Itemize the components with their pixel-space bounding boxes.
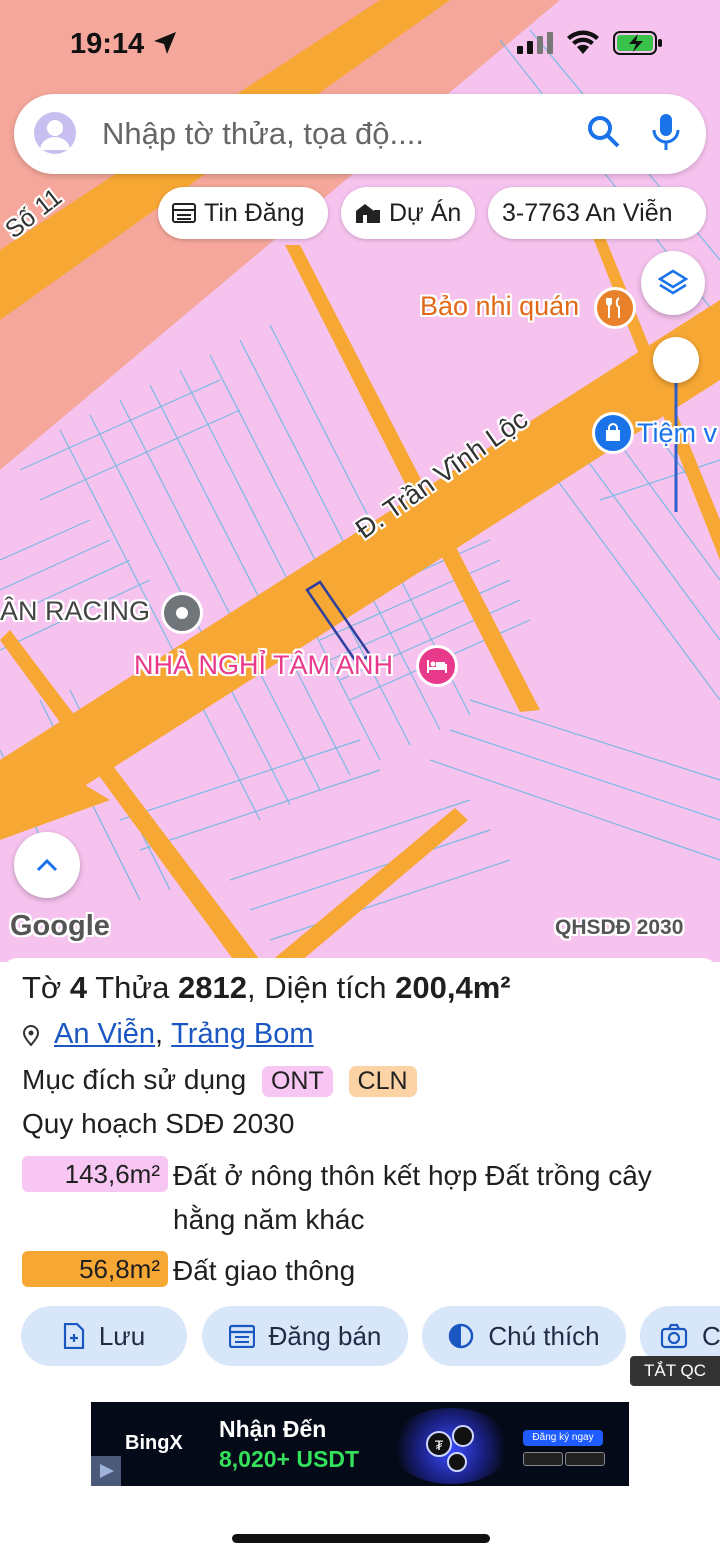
layers-icon	[658, 269, 688, 295]
button-label: C	[702, 1320, 720, 1351]
breakdown-desc-2: Đất giao thông	[173, 1255, 356, 1286]
svg-text:₮: ₮	[435, 1437, 444, 1453]
add-document-icon	[63, 1323, 85, 1349]
avatar[interactable]	[34, 112, 76, 154]
location-pin-icon	[22, 1024, 40, 1046]
chip-label: Tin Đăng	[204, 198, 305, 227]
hide-ads-button[interactable]: TẮT QC	[630, 1356, 720, 1386]
breakdown-area-2: 56,8m²	[22, 1251, 168, 1287]
place-label-tiem[interactable]: Tiệm v	[637, 418, 717, 449]
layers-button[interactable]	[641, 251, 705, 315]
battery-charging-icon	[613, 30, 663, 61]
search-bar[interactable]: Nhập tờ thửa, tọa độ....	[14, 94, 706, 174]
status-bar: 19:14	[0, 22, 720, 66]
search-input[interactable]: Nhập tờ thửa, tọa độ....	[102, 116, 424, 152]
app-store-badge	[565, 1452, 605, 1466]
chip-label: 3-7763 An Viễn	[502, 198, 673, 227]
plan-label: QHSDĐ 2030	[555, 916, 684, 939]
purpose-tag-cln: CLN	[348, 1066, 417, 1097]
purpose-label: Mục đích sử dụng	[22, 1064, 247, 1095]
area-value: 200,4m²	[395, 970, 511, 1005]
ad-headline: Nhận Đến	[219, 1416, 327, 1442]
side-road-3	[270, 808, 468, 962]
purpose-line: Mục đích sử dụng ONT CLN	[22, 1064, 417, 1097]
wifi-icon	[566, 30, 600, 61]
location-arrow-icon	[152, 30, 178, 61]
project-icon	[355, 202, 381, 224]
button-label: Lưu	[98, 1320, 146, 1351]
pin-icon[interactable]	[161, 592, 203, 634]
area-label: , Diện tích	[246, 970, 387, 1005]
signal-icon	[517, 32, 555, 59]
button-label: Đăng bán	[268, 1320, 382, 1351]
district-link[interactable]: Trảng Bom	[171, 1018, 313, 1051]
chip-label: Dự Án	[389, 198, 462, 227]
ad-amount: 8,020+ USDT	[219, 1446, 359, 1472]
restaurant-icon[interactable]	[594, 287, 636, 329]
save-button[interactable]: Lưu	[21, 1306, 187, 1366]
google-play-badge	[523, 1452, 563, 1466]
google-attribution: Google	[10, 910, 110, 942]
expand-panel-button[interactable]	[14, 832, 80, 898]
chip-parcel-code[interactable]: 3-7763 An Viễn	[488, 187, 706, 239]
chevron-up-icon	[36, 858, 58, 872]
parcel-info-panel: Tờ 4 Thửa 2812, Diện tích 200,4m² An Viễ…	[0, 958, 720, 1557]
place-label-racing[interactable]: ÂN RACING	[0, 596, 150, 627]
map-view[interactable]: Số 11 Đ. Trần Vĩnh Lộc Bảo nhi quán Tiệm…	[0, 0, 720, 962]
chip-tin-dang[interactable]: Tin Đăng	[158, 187, 328, 239]
plan-title: Quy hoạch SDĐ 2030	[22, 1108, 295, 1139]
breakdown-area-1: 143,6m²	[22, 1156, 168, 1192]
place-label-bao-nhi-quan[interactable]: Bảo nhi quán	[420, 291, 579, 322]
clock: 19:14	[70, 28, 145, 60]
post-sale-button[interactable]: Đăng bán	[202, 1306, 408, 1366]
ad-banner[interactable]: BingX Nhận Đến 8,020+ USDT ₮ Đăng ký nga…	[91, 1402, 629, 1486]
place-label-nha-nghi[interactable]: NHÀ NGHỈ TÂM ANH	[134, 650, 393, 681]
camera-icon	[660, 1323, 688, 1349]
bed-icon[interactable]	[416, 645, 458, 687]
contrast-icon	[448, 1323, 474, 1349]
adchoices-icon[interactable]	[91, 1456, 121, 1486]
purpose-tag-ont: ONT	[261, 1066, 333, 1097]
location-line: An Viễn, Trảng Bom	[22, 1018, 314, 1051]
ad-cta[interactable]: Đăng ký ngay	[523, 1430, 603, 1446]
plot-label: Thửa	[95, 970, 170, 1005]
chip-du-an[interactable]: Dự Án	[341, 187, 475, 239]
ward-link[interactable]: An Viễn	[54, 1018, 155, 1051]
zoom-slider-handle[interactable]	[653, 337, 699, 383]
home-indicator	[232, 1534, 490, 1543]
ad-brand: BingX	[125, 1432, 183, 1454]
microphone-icon[interactable]	[651, 112, 681, 157]
shopping-icon[interactable]	[592, 412, 634, 454]
sheet-label: Tờ	[22, 970, 62, 1005]
calendar-icon	[228, 1324, 255, 1348]
location-separator: ,	[155, 1018, 164, 1050]
ad-graphic: ₮	[391, 1408, 511, 1484]
button-label: Chú thích	[488, 1320, 600, 1351]
parcel-title: Tờ 4 Thửa 2812, Diện tích 200,4m²	[22, 970, 511, 1006]
listing-icon	[172, 203, 196, 223]
sheet-number: 4	[69, 970, 88, 1005]
breakdown-desc-1: Đất ở nông thôn kết hợp Đất trồng cây hằ…	[173, 1160, 652, 1235]
legend-button[interactable]: Chú thích	[422, 1306, 626, 1366]
plot-number: 2812	[178, 970, 247, 1005]
search-icon[interactable]	[586, 114, 622, 155]
